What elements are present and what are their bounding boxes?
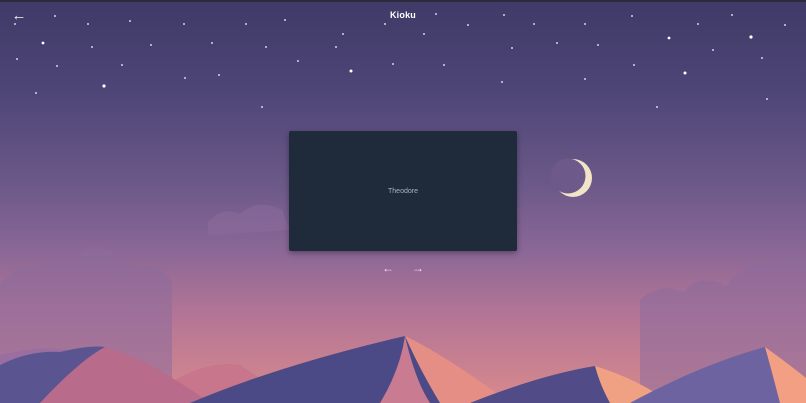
previous-card-button[interactable]: ← <box>381 262 395 274</box>
moon-icon <box>550 158 592 197</box>
flashcard-text: Theodore <box>388 187 418 195</box>
next-card-button[interactable]: → <box>411 262 425 274</box>
flashcard[interactable]: Theodore <box>289 131 517 251</box>
stars <box>14 13 786 108</box>
app-title: Kioku <box>389 10 416 20</box>
arrow-right-icon: → <box>412 261 424 275</box>
arrow-left-icon: ← <box>382 261 394 275</box>
